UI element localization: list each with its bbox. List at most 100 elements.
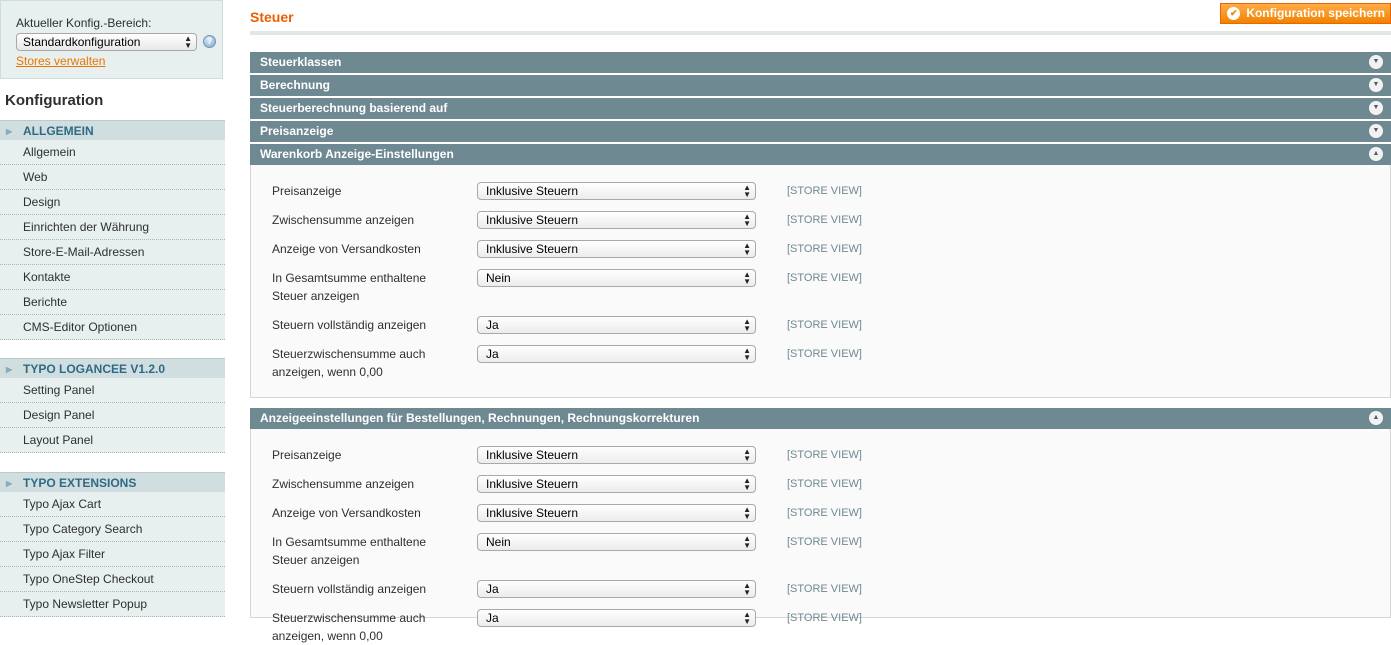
field-select[interactable]: Nein ▲ ▼	[477, 269, 756, 287]
sidebar-item-allgemein[interactable]: Allgemein	[0, 140, 225, 165]
select-arrows-icon: ▲ ▼	[743, 476, 751, 492]
select-value: Inklusive Steuern	[486, 184, 579, 198]
save-config-button[interactable]: ✔ Konfiguration speichern	[1220, 3, 1391, 24]
section-title: Berechnung	[260, 78, 331, 92]
select-arrows-icon: ▲ ▼	[743, 183, 751, 199]
nav-group-typo-extensions: ▶ TYPO EXTENSIONS Typo Ajax Cart Typo Ca…	[0, 472, 225, 617]
sidebar-item-waehrung[interactable]: Einrichten der Währung	[0, 215, 225, 240]
nav-group-typo-logancee: ▶ TYPO LOGANCEE V1.2.0 Setting Panel Des…	[0, 358, 225, 461]
checkmark-icon: ✔	[1227, 7, 1241, 20]
section-steuerklassen[interactable]: Steuerklassen ▼	[250, 52, 1391, 73]
section-preisanzeige[interactable]: Preisanzeige ▼	[250, 121, 1391, 142]
section-berechnung[interactable]: Berechnung ▼	[250, 75, 1391, 96]
scope-hint: [STORE VIEW]	[787, 507, 862, 519]
select-arrows-icon: ▲ ▼	[743, 241, 751, 257]
collapse-icon[interactable]: ▲	[1369, 411, 1383, 425]
nav-group-header[interactable]: ▶ TYPO EXTENSIONS	[0, 472, 225, 492]
section-steuerberechnung-basis[interactable]: Steuerberechnung basierend auf ▼	[250, 98, 1391, 119]
scope-select-value: Standardkonfiguration	[23, 35, 141, 49]
sidebar-item-category-search[interactable]: Typo Category Search	[0, 517, 225, 542]
field-label: Preisanzeige	[272, 184, 342, 198]
field-select[interactable]: Inklusive Steuern ▲ ▼	[477, 240, 756, 258]
nav-group-allgemein: ▶ ALLGEMEIN Allgemein Web Design Einrich…	[0, 120, 225, 348]
collapse-triangle-icon: ▶	[6, 479, 13, 488]
sidebar-item-ajax-cart[interactable]: Typo Ajax Cart	[0, 492, 225, 517]
field-select[interactable]: Inklusive Steuern ▲ ▼	[477, 504, 756, 522]
page-title: Steuer	[250, 9, 294, 25]
field-select[interactable]: Inklusive Steuern ▲ ▼	[477, 211, 756, 229]
section-title: Steuerklassen	[260, 55, 342, 69]
scope-hint: [STORE VIEW]	[787, 243, 862, 255]
select-value: Inklusive Steuern	[486, 448, 579, 462]
select-value: Inklusive Steuern	[486, 213, 579, 227]
field-select[interactable]: Ja ▲ ▼	[477, 580, 756, 598]
scope-hint: [STORE VIEW]	[787, 583, 862, 595]
nav-group-header[interactable]: ▶ TYPO LOGANCEE V1.2.0	[0, 358, 225, 378]
field-label: Zwischensumme anzeigen	[272, 477, 415, 491]
nav-group-title: TYPO EXTENSIONS	[23, 476, 137, 490]
select-arrows-icon: ▲ ▼	[743, 317, 751, 333]
field-label: Steuerzwischensumme auch anzeigen, wenn …	[272, 611, 426, 643]
select-arrows-icon: ▲ ▼	[743, 346, 751, 362]
help-icon[interactable]: ?	[203, 35, 216, 48]
field-label: Anzeige von Versandkosten	[272, 242, 421, 256]
field-label: In Gesamtsumme enthaltene Steuer anzeige…	[272, 271, 427, 303]
select-arrows-icon: ▲ ▼	[743, 581, 751, 597]
section-title: Warenkorb Anzeige-Einstellungen	[260, 147, 454, 161]
sidebar-item-berichte[interactable]: Berichte	[0, 290, 225, 315]
sidebar-item-newsletter-popup[interactable]: Typo Newsletter Popup	[0, 592, 225, 617]
field-select[interactable]: Ja ▲ ▼	[477, 609, 756, 627]
select-value: Ja	[486, 611, 499, 625]
collapse-triangle-icon: ▶	[6, 365, 13, 374]
nav-group-header[interactable]: ▶ ALLGEMEIN	[0, 120, 225, 140]
sidebar-item-ajax-filter[interactable]: Typo Ajax Filter	[0, 542, 225, 567]
expand-icon[interactable]: ▼	[1369, 124, 1383, 138]
collapse-icon[interactable]: ▲	[1369, 147, 1383, 161]
field-select[interactable]: Inklusive Steuern ▲ ▼	[477, 182, 756, 200]
select-arrows-icon: ▲ ▼	[743, 447, 751, 463]
sidebar-item-design[interactable]: Design	[0, 190, 225, 215]
nav-group-title: TYPO LOGANCEE V1.2.0	[23, 362, 166, 376]
section-body: Preisanzeige Inklusive Steuern ▲ ▼ [STORE …	[250, 429, 1391, 643]
sidebar-item-layout-panel[interactable]: Layout Panel	[0, 428, 225, 453]
select-arrows-icon: ▲ ▼	[743, 610, 751, 626]
expand-icon[interactable]: ▼	[1369, 101, 1383, 115]
select-value: Ja	[486, 582, 499, 596]
select-value: Nein	[486, 271, 511, 285]
collapse-triangle-icon: ▶	[6, 127, 13, 136]
sidebar-item-onestep-checkout[interactable]: Typo OneStep Checkout	[0, 567, 225, 592]
field-select[interactable]: Inklusive Steuern ▲ ▼	[477, 446, 756, 464]
section-anzeige-bestellungen[interactable]: Anzeigeeinstellungen für Bestellungen, R…	[250, 408, 1391, 429]
section-body: Preisanzeige Inklusive Steuern ▲ ▼ [STORE …	[250, 165, 1391, 398]
sidebar-item-email-adressen[interactable]: Store-E-Mail-Adressen	[0, 240, 225, 265]
sidebar-item-setting-panel[interactable]: Setting Panel	[0, 378, 225, 403]
field-label: Preisanzeige	[272, 448, 342, 462]
scope-hint: [STORE VIEW]	[787, 319, 862, 331]
field-select[interactable]: Ja ▲ ▼	[477, 345, 756, 363]
sidebar-item-cms-editor[interactable]: CMS-Editor Optionen	[0, 315, 225, 340]
scope-hint: [STORE VIEW]	[787, 185, 862, 197]
scope-select[interactable]: Standardkonfiguration ▲ ▼	[16, 33, 197, 51]
sidebar-item-web[interactable]: Web	[0, 165, 225, 190]
sidebar: Aktueller Konfig.-Bereich: Standardkonfi…	[0, 0, 225, 618]
sidebar-item-design-panel[interactable]: Design Panel	[0, 403, 225, 428]
field-select[interactable]: Nein ▲ ▼	[477, 533, 756, 551]
sidebar-item-kontakte[interactable]: Kontakte	[0, 265, 225, 290]
section-warenkorb-anzeige[interactable]: Warenkorb Anzeige-Einstellungen ▲	[250, 144, 1391, 165]
scope-hint: [STORE VIEW]	[787, 348, 862, 360]
manage-stores-link[interactable]: Stores verwalten	[16, 54, 105, 68]
section-title: Steuerberechnung basierend auf	[260, 101, 448, 115]
field-select[interactable]: Ja ▲ ▼	[477, 316, 756, 334]
expand-icon[interactable]: ▼	[1369, 78, 1383, 92]
expand-icon[interactable]: ▼	[1369, 55, 1383, 69]
field-label: Steuerzwischensumme auch anzeigen, wenn …	[272, 347, 426, 379]
field-label: Anzeige von Versandkosten	[272, 506, 421, 520]
select-arrows-icon: ▲ ▼	[743, 534, 751, 550]
field-select[interactable]: Inklusive Steuern ▲ ▼	[477, 475, 756, 493]
field-label: In Gesamtsumme enthaltene Steuer anzeige…	[272, 535, 427, 567]
scope-hint: [STORE VIEW]	[787, 272, 862, 284]
save-config-label: Konfiguration speichern	[1246, 6, 1385, 20]
section-title: Preisanzeige	[260, 124, 334, 138]
sidebar-title: Konfiguration	[5, 92, 104, 109]
scope-label: Aktueller Konfig.-Bereich:	[16, 16, 152, 30]
